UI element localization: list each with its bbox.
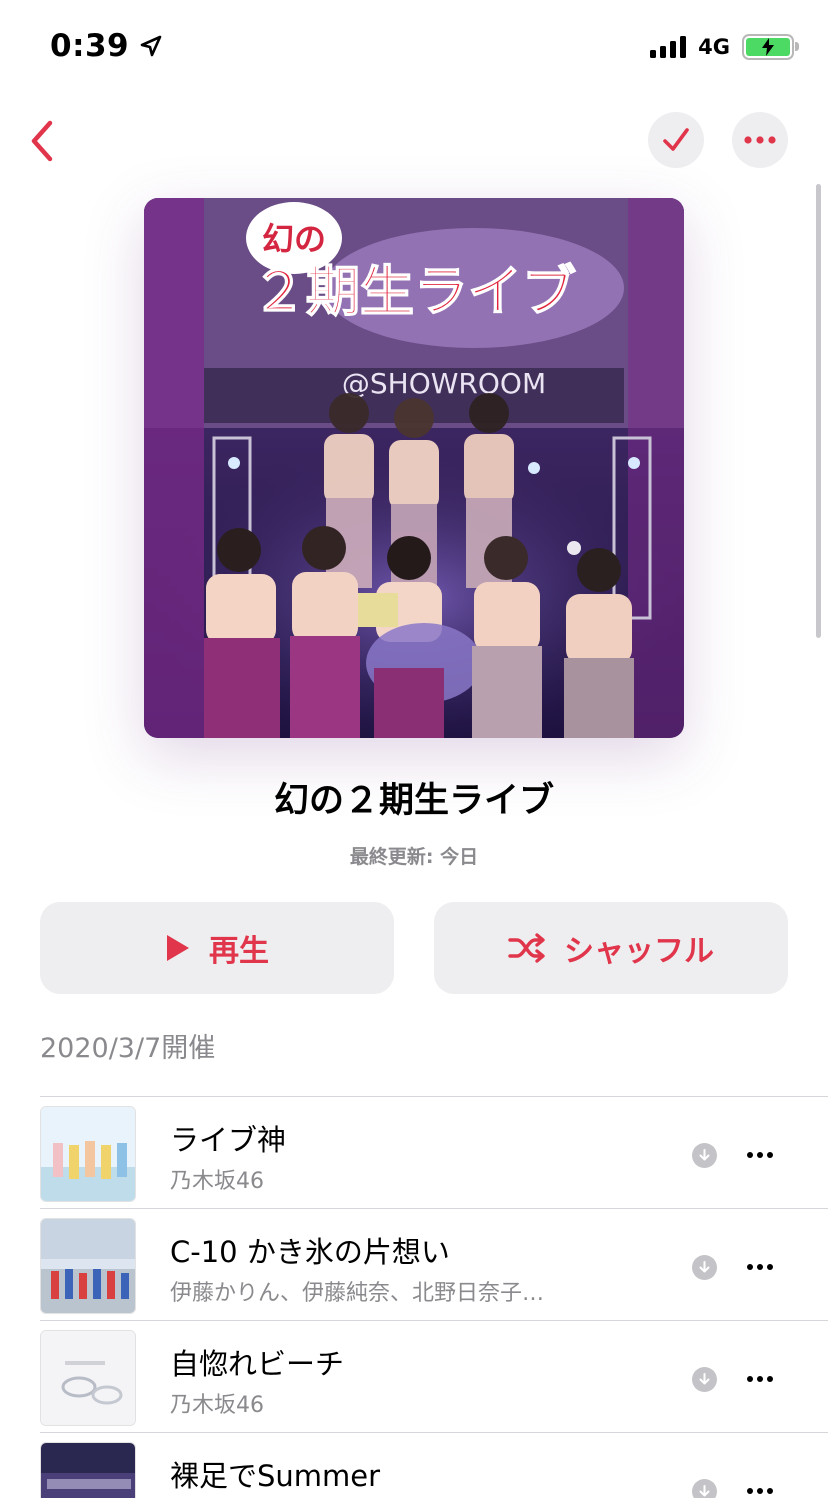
download-icon[interactable] [692, 1255, 717, 1280]
track-artist: 乃木坂46 [170, 1169, 264, 1194]
play-button[interactable]: 再生 [40, 902, 394, 994]
playlist-description: 2020/3/7開催 [40, 1033, 216, 1064]
track-more-button[interactable] [742, 1253, 778, 1281]
track-row[interactable]: C-10 かき氷の片想い 伊藤かりん、伊藤純奈、北野日奈子… [40, 1208, 828, 1320]
nav-bar [0, 108, 828, 174]
scroll-indicator[interactable] [816, 184, 821, 638]
track-artwork [40, 1106, 136, 1202]
ellipsis-icon [744, 136, 776, 144]
track-more-button[interactable] [742, 1141, 778, 1169]
status-time-text: 0:39 [50, 28, 130, 64]
download-icon[interactable] [692, 1479, 717, 1498]
track-more-button[interactable] [742, 1365, 778, 1393]
checkmark-icon [663, 128, 689, 151]
status-bar: 0:39 4G [0, 0, 828, 100]
track-row[interactable]: 裸足でSummer [40, 1432, 828, 1498]
chevron-left-icon [31, 120, 53, 162]
playlist-title: 幻の２期生ライブ [273, 781, 554, 821]
more-options-button[interactable] [732, 112, 788, 168]
track-artwork [40, 1442, 136, 1498]
shuffle-icon [508, 933, 545, 963]
artwork-logo-text: 幻の [262, 220, 326, 258]
battery-charging-icon [742, 34, 799, 60]
track-title: C-10 かき氷の片想い [170, 1235, 450, 1269]
playlist-last-updated: 最終更新: 今日 [349, 846, 479, 868]
track-artwork [40, 1218, 136, 1314]
play-button-label: 再生 [209, 934, 269, 969]
download-icon[interactable] [692, 1367, 717, 1392]
play-icon [167, 935, 189, 961]
track-artwork [40, 1330, 136, 1426]
artwork-showroom-text: @SHOWROOM [342, 367, 546, 400]
track-title: 裸足でSummer [170, 1459, 381, 1493]
track-artist: 伊藤かりん、伊藤純奈、北野日奈子… [170, 1281, 545, 1306]
track-title: 自惚れビーチ [170, 1347, 345, 1381]
track-row[interactable]: 自惚れビーチ 乃木坂46 [40, 1320, 828, 1432]
back-button[interactable] [22, 116, 62, 166]
shuffle-button[interactable]: シャッフル [434, 902, 788, 994]
track-row[interactable]: ライブ神 乃木坂46 [40, 1096, 828, 1208]
artwork-banner-text: ２期生ライブ [252, 260, 576, 323]
added-to-library-button[interactable] [648, 112, 704, 168]
download-icon[interactable] [692, 1143, 717, 1168]
status-time: 0:39 [50, 28, 163, 64]
network-type: 4G [698, 35, 730, 59]
location-arrow-icon [140, 35, 162, 57]
shuffle-button-label: シャッフル [564, 934, 714, 969]
track-artist: 乃木坂46 [170, 1393, 264, 1418]
track-list: ライブ神 乃木坂46 C-10 かき氷の片想い 伊藤かりん、伊藤純奈、北野日奈子… [40, 1096, 828, 1498]
track-more-button[interactable] [742, 1477, 778, 1498]
track-title: ライブ神 [170, 1123, 287, 1157]
cellular-signal-icon [650, 36, 687, 58]
playlist-artwork: 幻の ２期生ライブ @SHOWROOM [144, 198, 684, 738]
